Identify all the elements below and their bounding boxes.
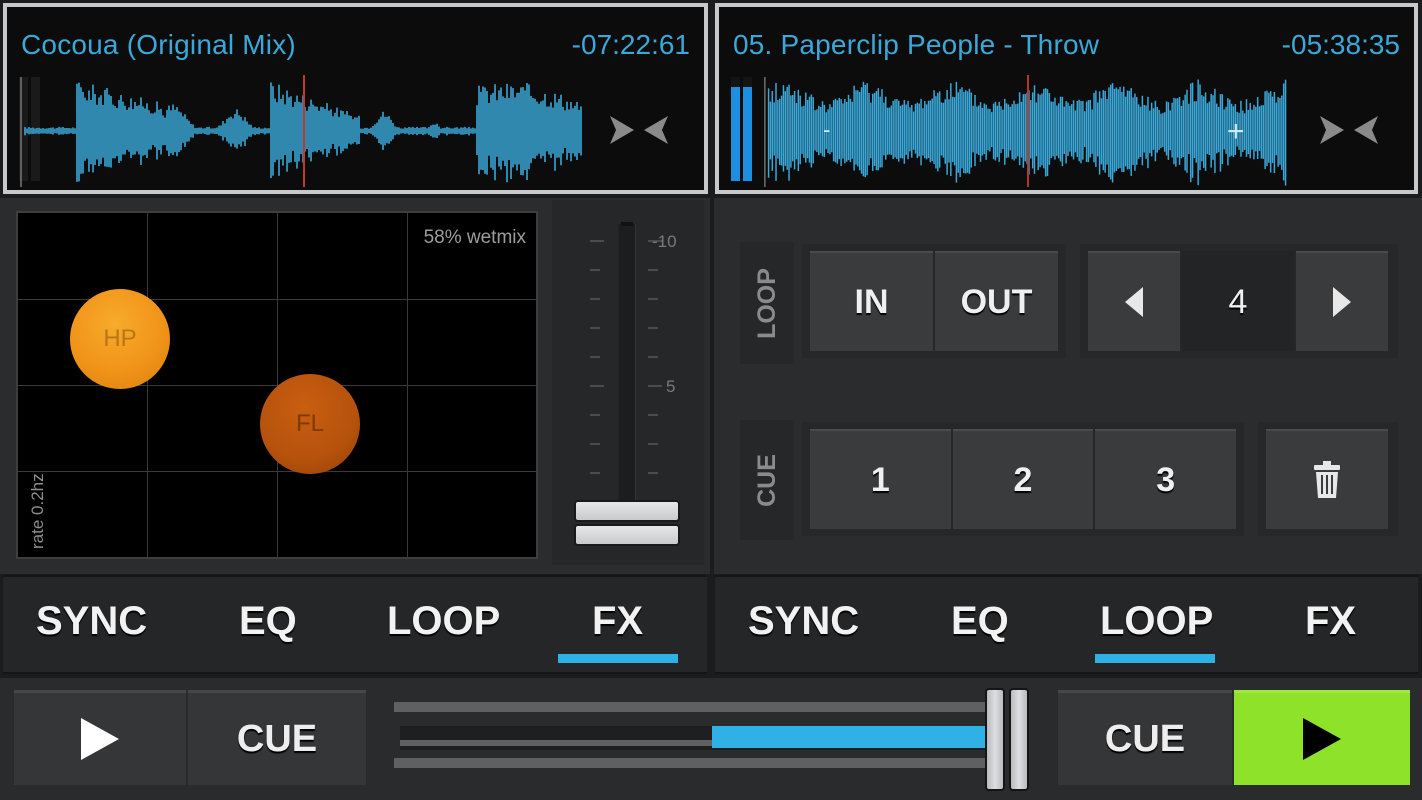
grid-line (18, 471, 536, 472)
fader-tick (590, 269, 600, 271)
fx-hp-handle[interactable]: HP (70, 289, 170, 389)
cue-points-group: 1 2 3 (802, 422, 1244, 536)
loop-in-button[interactable]: IN (810, 251, 933, 351)
fader-tick (648, 298, 658, 300)
trash-icon (1314, 461, 1340, 498)
loop-length-group: 4 (1080, 244, 1398, 358)
crossfader[interactable] (392, 678, 1036, 800)
loop-out-button[interactable]: OUT (935, 251, 1058, 351)
deck-a-time-remaining: -07:22:61 (571, 29, 690, 60)
fader-tick (590, 240, 604, 242)
deck-a-active-tab-indicator (558, 654, 678, 663)
loop-cue-panel: LOOP IN OUT 4 CUE 1 2 3 (714, 198, 1422, 574)
fader-label-top: -10 (652, 232, 677, 251)
deck-b-tab-eq[interactable]: EQ (951, 599, 1009, 644)
deck-a-tab-fx[interactable]: FX (592, 599, 643, 644)
fx-fl-label: FL (295, 410, 324, 437)
dj-app: Cocoua (Original Mix) -07:22:61 05. Pape… (0, 0, 1422, 800)
deck-a-tab-eq[interactable]: EQ (239, 599, 297, 644)
deck-a-cue-button[interactable]: CUE (188, 690, 366, 785)
fx-hp-label: HP (103, 325, 137, 352)
level-fill-right (743, 87, 752, 181)
fx-fl-handle[interactable]: FL (260, 374, 360, 474)
fader-label-mid: 5 (666, 377, 676, 396)
fader-tick (590, 443, 600, 445)
fader-knob[interactable] (574, 500, 680, 550)
deck-b-cue-button[interactable]: CUE (1058, 690, 1232, 785)
fader-track-cap (621, 222, 633, 226)
fader-tick (590, 472, 600, 474)
cue-point-2-button[interactable]: 2 (952, 429, 1094, 529)
crossfader-fill (712, 726, 986, 748)
fader-tick (590, 298, 600, 300)
fader-tick (590, 327, 600, 329)
deck-b-play-button[interactable] (1234, 690, 1410, 785)
cue-section-label: CUE (740, 420, 794, 540)
deck-b-waveform-panel[interactable]: 05. Paperclip People - Throw -05:38:35 -… (715, 3, 1418, 194)
fader-tick (590, 356, 600, 358)
deck-b-time-remaining: -05:38:35 (1281, 29, 1400, 60)
cue-label-text: CUE (752, 453, 781, 507)
deck-a-waveform[interactable] (19, 75, 589, 187)
fx-xy-pad[interactable]: 58% wetmix rate 0.2hz HP FL (16, 211, 538, 559)
fader-tick (648, 443, 658, 445)
loop-length-prev-button[interactable] (1088, 251, 1180, 351)
deck-b-tabbar: SYNC EQ LOOP FX (715, 575, 1418, 674)
fader-tick (648, 327, 658, 329)
fader-track (618, 224, 636, 514)
deck-b-tab-loop[interactable]: LOOP (1100, 599, 1213, 644)
fader-tick (648, 269, 658, 271)
deck-b-active-tab-indicator (1095, 654, 1215, 663)
triangle-left-icon (1125, 287, 1143, 317)
deck-b-nudge-arrows-icon[interactable] (1318, 110, 1380, 150)
fader-tick (648, 385, 662, 387)
pitch-plus-label[interactable]: + (1227, 115, 1245, 149)
cue-point-1-button[interactable]: 1 (810, 429, 951, 529)
deck-a-play-button[interactable] (14, 690, 186, 785)
cue-point-3-button[interactable]: 3 (1095, 429, 1237, 529)
fx-panel: 58% wetmix rate 0.2hz HP FL -10 5 (0, 198, 710, 574)
loop-length-next-button[interactable] (1296, 251, 1388, 351)
deck-b-waveform[interactable] (763, 75, 1293, 187)
fader-tick (648, 414, 658, 416)
deck-a-tab-sync[interactable]: SYNC (36, 599, 147, 644)
play-icon (1303, 718, 1341, 760)
deck-a-nudge-arrows-icon[interactable] (608, 110, 670, 150)
play-icon (81, 718, 119, 760)
loop-length-value: 4 (1182, 251, 1294, 351)
loop-section-label: LOOP (740, 242, 794, 364)
cue-delete-group (1258, 422, 1398, 536)
level-fill-left (731, 87, 740, 181)
deck-b-track-title: 05. Paperclip People - Throw (733, 29, 1100, 60)
crossfader-handle[interactable] (985, 678, 1031, 800)
cue-delete-button[interactable] (1266, 429, 1388, 529)
pitch-minus-label[interactable]: - (823, 117, 830, 143)
fader-tick (648, 472, 658, 474)
loop-label-text: LOOP (752, 267, 781, 339)
fader-tick (648, 356, 658, 358)
triangle-right-icon (1333, 287, 1351, 317)
deck-b-level-meter (731, 77, 753, 181)
wetmix-label: 58% wetmix (423, 227, 526, 248)
loop-in-out-group: IN OUT (802, 244, 1066, 358)
rate-label: rate 0.2hz (28, 473, 47, 549)
crossfader-rail-top (394, 702, 994, 712)
fx-vertical-fader[interactable]: -10 5 (552, 200, 704, 565)
fader-tick (590, 385, 604, 387)
deck-a-tabbar: SYNC EQ LOOP FX (3, 575, 707, 674)
deck-a-tab-loop[interactable]: LOOP (387, 599, 500, 644)
fader-tick (590, 414, 600, 416)
transport-bar: CUE CUE (0, 678, 1422, 800)
deck-b-tab-fx[interactable]: FX (1305, 599, 1356, 644)
deck-a-waveform-panel[interactable]: Cocoua (Original Mix) -07:22:61 (3, 3, 708, 194)
crossfader-rail-bottom (394, 758, 994, 768)
deck-a-track-title: Cocoua (Original Mix) (21, 29, 296, 60)
deck-b-tab-sync[interactable]: SYNC (748, 599, 859, 644)
